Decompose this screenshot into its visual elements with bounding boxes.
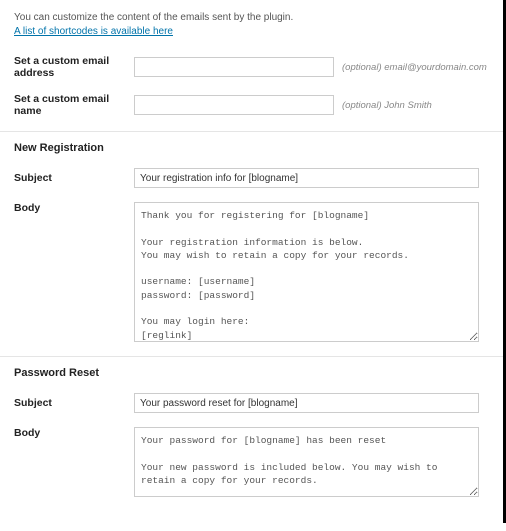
registration-subject-label: Subject <box>14 172 134 184</box>
reset-subject-label: Subject <box>14 397 134 409</box>
divider <box>0 356 503 357</box>
reset-body-textarea[interactable] <box>134 427 479 497</box>
registration-body-label: Body <box>14 202 134 214</box>
intro-text: You can customize the content of the ema… <box>14 12 489 23</box>
custom-email-address-hint: (optional) email@yourdomain.com <box>342 62 487 73</box>
registration-subject-input[interactable] <box>134 168 479 188</box>
password-reset-heading: Password Reset <box>14 367 489 379</box>
registration-subject-row: Subject <box>14 168 489 188</box>
custom-email-address-input[interactable] <box>134 57 334 77</box>
reset-body-label: Body <box>14 427 134 439</box>
reset-body-row: Body <box>14 427 489 497</box>
registration-body-row: Body <box>14 202 489 342</box>
custom-email-address-row: Set a custom email address (optional) em… <box>14 55 489 79</box>
new-registration-heading: New Registration <box>14 142 489 154</box>
reset-subject-row: Subject <box>14 393 489 413</box>
shortcodes-link[interactable]: A list of shortcodes is available here <box>14 26 173 37</box>
custom-email-name-row: Set a custom email name (optional) John … <box>14 93 489 117</box>
custom-email-name-label: Set a custom email name <box>14 93 134 117</box>
custom-email-name-hint: (optional) John Smith <box>342 100 432 111</box>
divider <box>0 131 503 132</box>
reset-subject-input[interactable] <box>134 393 479 413</box>
custom-email-name-input[interactable] <box>134 95 334 115</box>
registration-body-textarea[interactable] <box>134 202 479 342</box>
custom-email-address-label: Set a custom email address <box>14 55 134 79</box>
